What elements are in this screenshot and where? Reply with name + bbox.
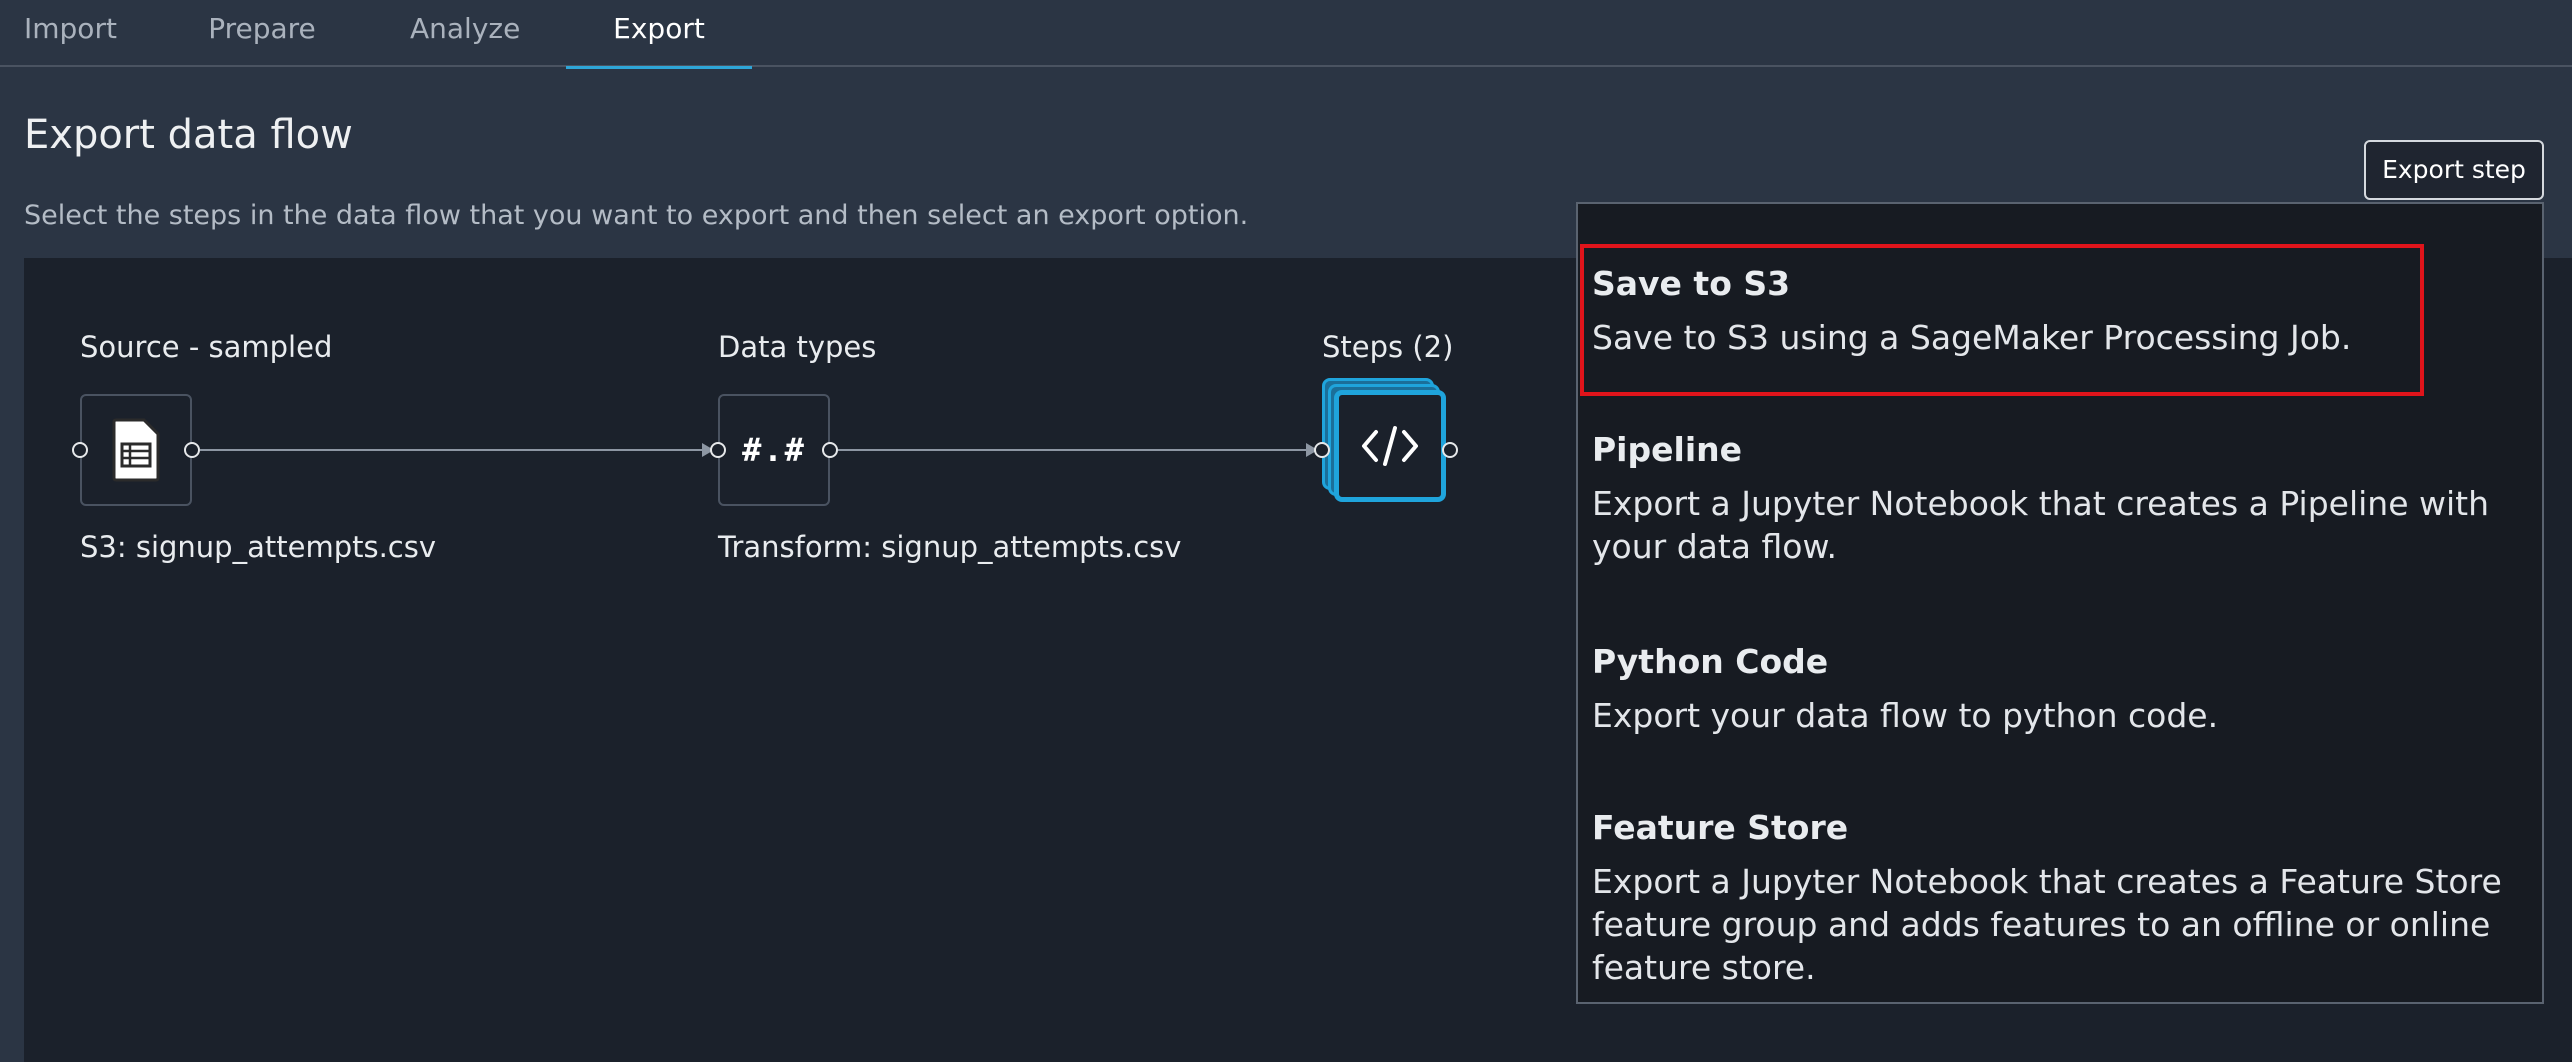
export-options-menu: Save to S3 Save to S3 using a SageMaker … [1576, 202, 2544, 1004]
file-table-icon [112, 418, 160, 482]
page-title: Export data flow [24, 112, 353, 158]
types-output-port[interactable] [822, 442, 838, 458]
option-title: Pipeline [1592, 430, 1742, 469]
data-wrangler-export-view: Import Prepare Analyze Export Export dat… [0, 0, 2572, 1062]
option-description: Save to S3 using a SageMaker Processing … [1592, 318, 2352, 357]
option-title: Python Code [1592, 642, 1829, 681]
option-description: Export your data flow to python code. [1592, 696, 2219, 735]
export-option-save-to-s3[interactable]: Save to S3 Save to S3 using a SageMaker … [1578, 252, 2542, 392]
source-node-label: Source - sampled [80, 330, 333, 364]
types-node[interactable]: #.# [718, 394, 830, 506]
connector-types-to-steps [838, 449, 1316, 451]
option-description: Export a Jupyter Notebook that creates a… [1592, 484, 2489, 566]
steps-output-port[interactable] [1442, 442, 1458, 458]
steps-node-label: Steps (2) [1322, 330, 1454, 364]
types-input-port[interactable] [710, 442, 726, 458]
tab-bar: Import Prepare Analyze Export [0, 0, 2572, 69]
export-option-pipeline[interactable]: Pipeline Export a Jupyter Notebook that … [1578, 418, 2542, 608]
export-option-python-code[interactable]: Python Code Export your data flow to pyt… [1578, 630, 2542, 770]
page-subtitle: Select the steps in the data flow that y… [24, 200, 1249, 231]
export-step-button[interactable]: Export step [2364, 140, 2544, 200]
source-input-port[interactable] [72, 442, 88, 458]
option-title: Save to S3 [1592, 264, 1791, 303]
source-output-port[interactable] [184, 442, 200, 458]
tab-prepare[interactable]: Prepare [208, 0, 316, 67]
types-node-label: Data types [718, 330, 877, 364]
source-node-caption: S3: signup_attempts.csv [80, 530, 437, 564]
steps-input-port[interactable] [1314, 442, 1330, 458]
source-node[interactable] [80, 394, 192, 506]
steps-node[interactable] [1334, 390, 1446, 502]
option-title: Feature Store [1592, 808, 1849, 847]
tab-export[interactable]: Export [566, 0, 752, 69]
hash-dot-hash-icon: #.# [742, 431, 806, 469]
types-node-caption: Transform: signup_attempts.csv [718, 530, 1182, 564]
option-description: Export a Jupyter Notebook that creates a… [1592, 862, 2502, 987]
export-option-feature-store[interactable]: Feature Store Export a Jupyter Notebook … [1578, 796, 2542, 996]
tab-analyze[interactable]: Analyze [410, 0, 520, 67]
tab-import[interactable]: Import [24, 0, 117, 67]
code-icon [1362, 426, 1418, 466]
connector-source-to-types [200, 449, 712, 451]
